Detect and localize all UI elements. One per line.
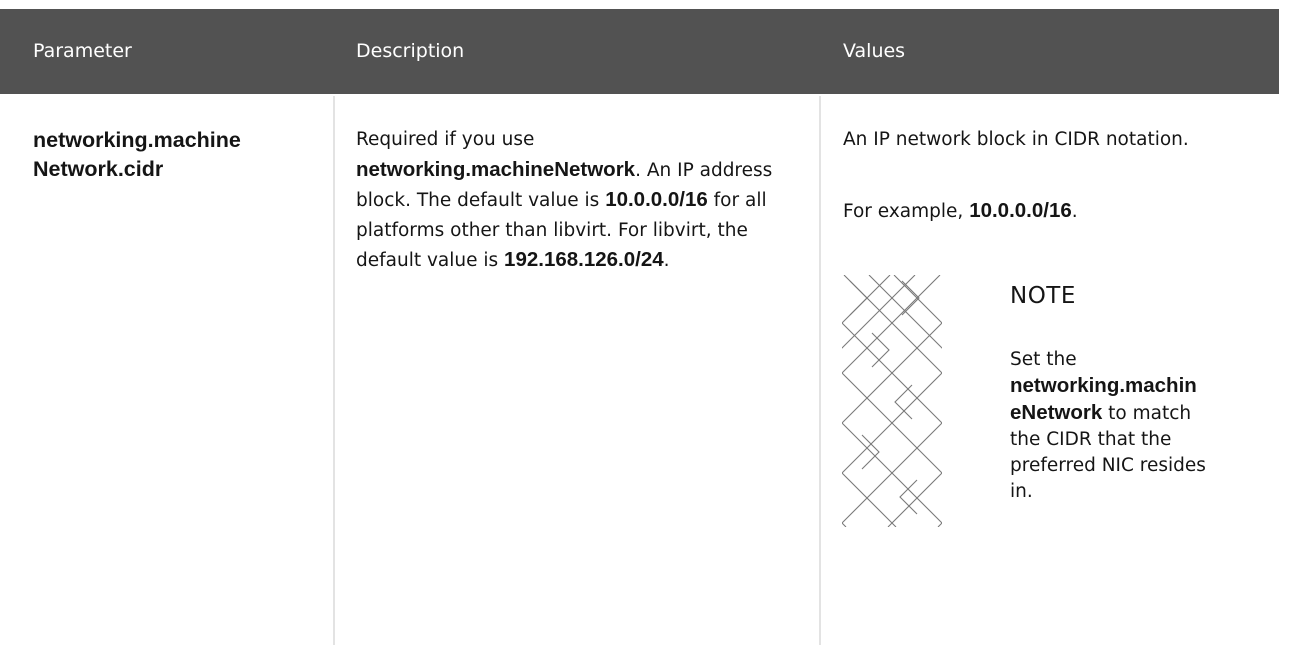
values-example: For example, 10.0.0.0/16.	[843, 195, 1078, 228]
header-description: Description	[356, 40, 465, 62]
column-divider	[819, 96, 821, 645]
note-bold-param: networking.machin	[1010, 374, 1197, 397]
header-parameter: Parameter	[33, 40, 132, 62]
description-text: Required if you use	[356, 129, 535, 150]
values-text: An IP network block in CIDR notation.	[843, 129, 1189, 150]
table-header-row: Parameter Description Values	[0, 9, 1279, 94]
example-prefix: For example,	[843, 201, 970, 222]
header-values: Values	[843, 40, 906, 62]
parameter-description: Required if you use networking.machineNe…	[356, 125, 806, 276]
parameter-table: Parameter Description Values networking.…	[0, 0, 1279, 645]
description-bold-default: 10.0.0.0/16	[605, 188, 708, 211]
note-text: Set the	[1010, 349, 1077, 370]
description-bold-libvirt: 192.168.126.0/24	[504, 248, 664, 271]
parameter-name-line-1: networking.machine	[33, 128, 241, 152]
parameter-name-line-2: Network.cidr	[33, 157, 164, 181]
parameter-name: networking.machine Network.cidr	[33, 126, 318, 184]
note-bold-param-cont: eNetwork	[1010, 401, 1103, 424]
example-suffix: .	[1071, 201, 1078, 222]
note-title: NOTE	[1010, 283, 1076, 309]
column-divider	[333, 96, 335, 645]
description-bold-param: networking.machineNetwork	[356, 157, 636, 181]
note-pattern-icon	[842, 275, 942, 527]
description-text: .	[663, 250, 670, 271]
note-body: Set the networking.machin eNetwork to mat…	[1010, 347, 1220, 505]
example-value: 10.0.0.0/16	[969, 199, 1072, 222]
